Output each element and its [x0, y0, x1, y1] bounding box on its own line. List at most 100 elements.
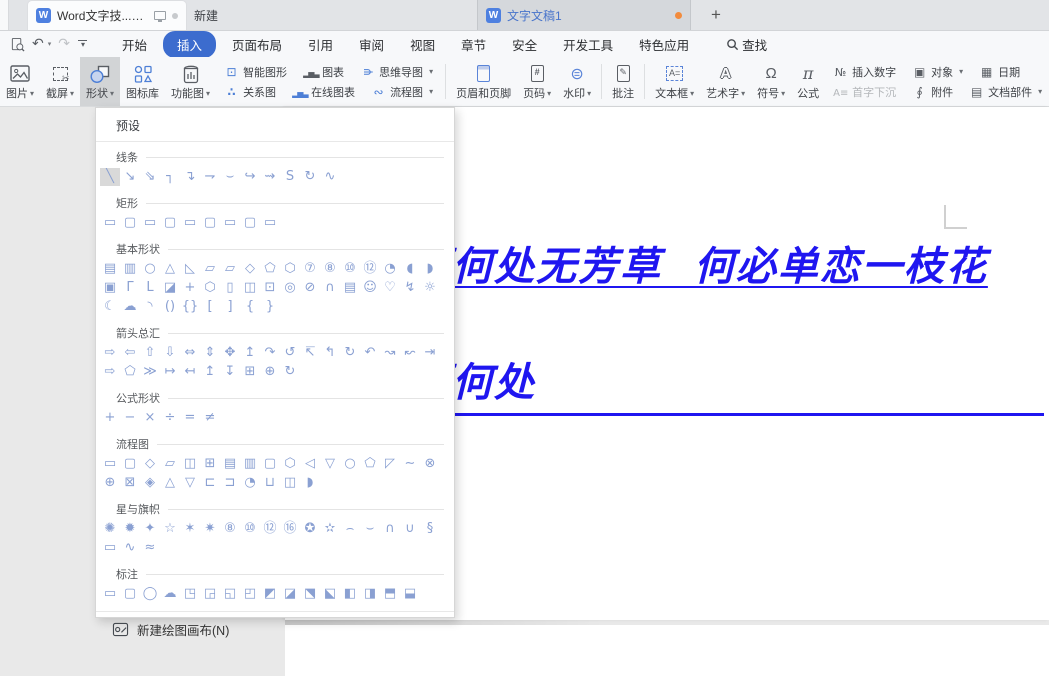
shape-cell[interactable]: ⊕ [260, 363, 280, 381]
shape-cell[interactable]: △ [160, 260, 180, 278]
shape-cell[interactable]: ◫ [280, 474, 300, 492]
shape-cell[interactable]: ⊘ [300, 279, 320, 297]
shape-cell[interactable]: ▢ [120, 585, 140, 603]
calligraphy-line-2[interactable]: 天涯何处 [368, 350, 1044, 416]
shape-cell[interactable]: ▢ [120, 455, 140, 473]
shape-cell[interactable]: ⇨ [100, 344, 120, 362]
shape-cell[interactable]: ◗ [420, 260, 440, 278]
header-footer-button[interactable]: 页眉和页脚 [450, 57, 517, 106]
shape-cell[interactable]: ○ [340, 455, 360, 473]
shape-cell[interactable]: ⑧ [220, 520, 240, 538]
customize-toolbar-icon[interactable] [77, 40, 89, 48]
shape-cell[interactable]: ↻ [300, 168, 320, 186]
screenshot-button[interactable]: 截屏 [40, 57, 80, 106]
shape-cell[interactable]: ▢ [160, 214, 180, 232]
menu-tab-insert[interactable]: 插入 [163, 31, 216, 58]
shape-cell[interactable]: ↻ [280, 363, 300, 381]
shape-cell[interactable]: ◪ [280, 585, 300, 603]
shape-cell[interactable]: ⬠ [120, 363, 140, 381]
shape-cell[interactable]: ⑦ [300, 260, 320, 278]
attachment-button[interactable]: 附件 [912, 84, 953, 100]
new-tab-button[interactable]: + [701, 0, 731, 30]
shape-cell[interactable]: ⬠ [360, 455, 380, 473]
find-button[interactable]: 查找 [726, 35, 767, 54]
shape-cell[interactable]: ▥ [120, 260, 140, 278]
shape-cell[interactable]: ✪ [300, 520, 320, 538]
smart-graphic-button[interactable]: 智能图形 [224, 64, 287, 80]
shape-cell[interactable]: ↻ [340, 344, 360, 362]
shape-cell[interactable]: { [240, 298, 260, 316]
shape-cell[interactable]: ∩ [380, 520, 400, 538]
mind-map-button[interactable]: 思维导图 [360, 64, 433, 80]
shape-cell[interactable]: ∿ [120, 539, 140, 557]
menu-tab-references[interactable]: 引用 [295, 31, 346, 58]
shape-cell[interactable]: ↤ [180, 363, 200, 381]
shape-cell[interactable]: ▢ [240, 214, 260, 232]
relation-diagram-button[interactable]: 关系图 [224, 84, 276, 100]
shape-cell[interactable]: Γ [120, 279, 140, 297]
shape-cell[interactable]: § [420, 520, 440, 538]
shape-cell[interactable]: ⌢ [340, 520, 360, 538]
shape-cell[interactable]: ♡ [380, 279, 400, 297]
shape-cell[interactable]: ⬓ [400, 585, 420, 603]
shape-cell[interactable]: ▱ [160, 455, 180, 473]
tab-active-document[interactable]: W 文字文稿1 [477, 0, 691, 30]
shape-cell[interactable]: ↺ [280, 344, 300, 362]
menu-tab-review[interactable]: 审阅 [346, 31, 397, 58]
shape-cell[interactable]: ▱ [200, 260, 220, 278]
shape-cell[interactable]: ∩ [320, 279, 340, 297]
shape-cell[interactable]: ↥ [240, 344, 260, 362]
shape-cell[interactable]: ↯ [400, 279, 420, 297]
shape-cell[interactable]: S [280, 168, 300, 186]
shape-cell[interactable]: ↪ [240, 168, 260, 186]
new-drawing-canvas-item[interactable]: 新建绘图画布(N) [96, 611, 454, 647]
shape-cell[interactable]: ◖ [400, 260, 420, 278]
shape-cell[interactable]: ⇩ [160, 344, 180, 362]
shape-cell[interactable]: ⇧ [140, 344, 160, 362]
shape-cell[interactable]: ▢ [260, 455, 280, 473]
formula-button[interactable]: 公式 [791, 57, 825, 106]
shape-cell[interactable]: ↦ [160, 363, 180, 381]
shape-cell[interactable]: ◇ [140, 455, 160, 473]
shape-cell[interactable]: ⇦ [120, 344, 140, 362]
shape-cell[interactable]: ⑧ [320, 260, 340, 278]
shape-cell[interactable]: ∿ [320, 168, 340, 186]
shape-cell[interactable]: ▭ [180, 214, 200, 232]
shape-cell[interactable]: ○ [140, 260, 160, 278]
calligraphy-line-1[interactable]: 天涯何处无芳草 何必单恋一枝花 [368, 234, 988, 292]
shape-cell[interactable]: ▤ [100, 260, 120, 278]
shape-cell[interactable]: × [140, 409, 160, 427]
shape-cell[interactable]: ⇘ [140, 168, 160, 186]
shape-cell[interactable]: ▥ [240, 455, 260, 473]
word-art-button[interactable]: 艺术字 [700, 57, 751, 106]
shape-cell[interactable]: ⌣ [220, 168, 240, 186]
menu-tab-security[interactable]: 安全 [499, 31, 550, 58]
comment-button[interactable]: 批注 [606, 57, 640, 106]
shape-cell[interactable]: L [140, 279, 160, 297]
menu-tab-special-features[interactable]: 特色应用 [626, 31, 702, 58]
shape-cell[interactable]: = [180, 409, 200, 427]
shape-cell[interactable]: ↸ [300, 344, 320, 362]
text-box-button[interactable]: A= 文本框 [649, 57, 700, 106]
object-button[interactable]: 对象 [912, 64, 963, 80]
shape-cell[interactable]: ⇨ [100, 363, 120, 381]
shape-cell[interactable]: ⑩ [240, 520, 260, 538]
shape-cell[interactable]: [ [200, 298, 220, 316]
shape-cell[interactable]: ⬒ [380, 585, 400, 603]
shape-cell[interactable]: ▭ [100, 585, 120, 603]
shape-cell[interactable]: ⊕ [100, 474, 120, 492]
undo-icon[interactable] [32, 35, 44, 53]
shape-cell[interactable]: ▽ [180, 474, 200, 492]
shape-cell[interactable]: ⊗ [420, 455, 440, 473]
shape-cell[interactable]: ✺ [100, 520, 120, 538]
shape-cell[interactable]: ◸ [380, 455, 400, 473]
shape-cell[interactable]: ☺ [360, 279, 380, 297]
shape-cell[interactable]: ◨ [360, 585, 380, 603]
shape-cell[interactable]: ✫ [320, 520, 340, 538]
shape-cell[interactable]: ☆ [160, 520, 180, 538]
symbol-button[interactable]: 符号 [751, 57, 791, 106]
shape-cell[interactable]: ◱ [220, 585, 240, 603]
shape-cell[interactable]: ✷ [200, 520, 220, 538]
shape-cell[interactable]: ∼ [400, 455, 420, 473]
shape-cell[interactable]: ⊞ [200, 455, 220, 473]
